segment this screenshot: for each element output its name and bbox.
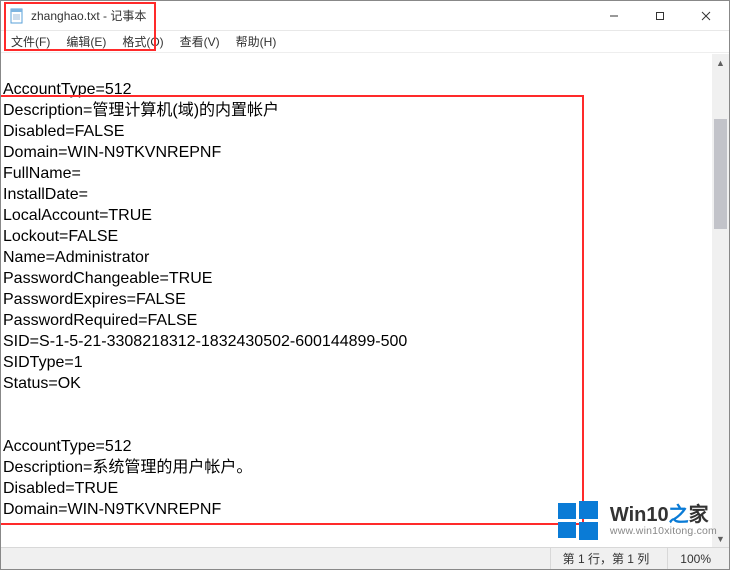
menubar: 文件(F) 编辑(E) 格式(O) 查看(V) 帮助(H): [1, 31, 729, 53]
close-button[interactable]: [683, 1, 729, 31]
maximize-button[interactable]: [637, 1, 683, 31]
menu-view[interactable]: 查看(V): [172, 31, 228, 52]
titlebar: zhanghao.txt - 记事本: [1, 1, 729, 31]
status-zoom: 100%: [667, 548, 729, 569]
minimize-button[interactable]: [591, 1, 637, 31]
text-editor[interactable]: AccountType=512 Description=管理计算机(域)的内置帐…: [1, 54, 712, 547]
notepad-icon: [9, 8, 25, 24]
client-area: AccountType=512 Description=管理计算机(域)的内置帐…: [1, 54, 729, 547]
statusbar: 第 1 行，第 1 列 100%: [1, 547, 729, 569]
scroll-thumb[interactable]: [714, 119, 727, 229]
menu-edit[interactable]: 编辑(E): [58, 31, 114, 52]
vertical-scrollbar[interactable]: ▲ ▼: [712, 54, 729, 547]
scroll-down-button[interactable]: ▼: [712, 530, 729, 547]
status-caret-position: 第 1 行，第 1 列: [550, 548, 668, 569]
menu-format[interactable]: 格式(O): [114, 31, 171, 52]
scroll-track[interactable]: [712, 71, 729, 530]
menu-file[interactable]: 文件(F): [3, 31, 58, 52]
window-title: zhanghao.txt - 记事本: [31, 7, 146, 24]
menu-help[interactable]: 帮助(H): [228, 31, 285, 52]
scroll-up-button[interactable]: ▲: [712, 54, 729, 71]
